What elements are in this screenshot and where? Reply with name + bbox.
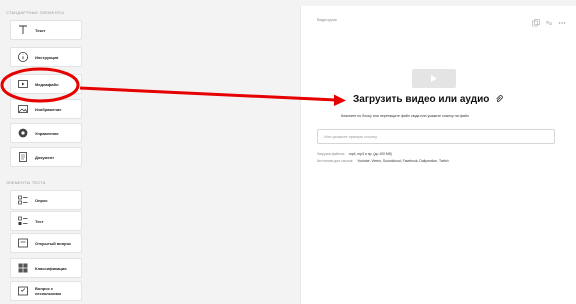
media-icon bbox=[18, 80, 28, 88]
info-icon bbox=[18, 52, 28, 62]
sidebar-item-label: Медиафайл bbox=[35, 81, 59, 87]
sidebar-item-multi-question[interactable]: Вопрос с несколькими bbox=[10, 281, 82, 301]
sidebar-item-label: Инструкция bbox=[35, 54, 59, 60]
media-upload-panel: Видеоурок Загрузить видео или аудио Клик… bbox=[300, 6, 576, 304]
sidebar-item-text[interactable]: Текст bbox=[10, 20, 82, 40]
paperclip-icon bbox=[496, 95, 503, 103]
document-icon bbox=[19, 152, 27, 162]
test-icon bbox=[18, 216, 28, 225]
sidebar-item-label: Тест bbox=[35, 218, 44, 224]
sidebar-item-label: Опрос bbox=[35, 197, 48, 203]
panel-toolbar bbox=[532, 14, 566, 27]
url-input[interactable] bbox=[317, 129, 555, 144]
sidebar-item-label: Вопрос с несколькими bbox=[35, 286, 61, 296]
sources-value: Youtube, Vimeo, Soundcloud, Facebook, Da… bbox=[357, 159, 449, 163]
sidebar-item-survey[interactable]: Опрос bbox=[10, 190, 82, 210]
section-label-standard: СТАНДАРТНЫЕ ЭЛЕМЕНТЫ bbox=[6, 10, 65, 15]
open-question-icon bbox=[18, 238, 28, 248]
control-icon bbox=[18, 128, 28, 138]
sidebar-item-label: Управление bbox=[35, 130, 59, 136]
sidebar-item-label: Изображение bbox=[35, 106, 62, 112]
section-label-test: ЭЛЕМЕНТЫ ТЕСТА bbox=[6, 180, 46, 185]
formats-info: Загрузка файлов: mp4, mp3 и пр. (до 100 М… bbox=[317, 152, 392, 156]
multi-question-icon bbox=[18, 286, 28, 296]
image-icon bbox=[18, 105, 28, 113]
upload-title[interactable]: Загрузить видео или аудио bbox=[353, 94, 533, 105]
survey-icon bbox=[18, 195, 28, 205]
sidebar-item-label: Открытый вопрос bbox=[35, 240, 72, 246]
sidebar-item-instruction[interactable]: Инструкция bbox=[10, 47, 82, 67]
elements-sidebar: СТАНДАРТНЫЕ ЭЛЕМЕНТЫ Текст Инструкция Ме… bbox=[0, 0, 98, 304]
duplicate-icon[interactable] bbox=[532, 14, 540, 27]
text-icon bbox=[19, 25, 27, 34]
highlight-arrow-shaft bbox=[79, 86, 337, 102]
sidebar-item-open-question[interactable]: Открытый вопрос bbox=[10, 233, 82, 253]
sidebar-item-classification[interactable]: Классификация bbox=[10, 258, 82, 278]
formats-label: Загрузка файлов: bbox=[317, 152, 345, 156]
sidebar-item-label: Классификация bbox=[35, 265, 67, 271]
sidebar-item-label: Текст bbox=[35, 27, 46, 33]
sidebar-item-media[interactable]: Медиафайл bbox=[10, 74, 82, 94]
sources-info: Источники для ссылок: Youtube, Vimeo, Sou… bbox=[317, 159, 449, 163]
sidebar-item-label: Документ bbox=[35, 154, 55, 160]
sidebar-item-control[interactable]: Управление bbox=[10, 123, 82, 143]
classification-icon bbox=[18, 263, 28, 273]
video-preview-placeholder[interactable] bbox=[412, 69, 456, 88]
upload-hint: Кликните по блоку или перетащите файл сю… bbox=[341, 114, 469, 118]
upload-title-text: Загрузить видео или аудио bbox=[353, 94, 490, 105]
sidebar-item-document[interactable]: Документ bbox=[10, 147, 82, 167]
breadcrumb: Видеоурок bbox=[317, 17, 337, 22]
formats-value: mp4, mp3 и пр. (до 100 Мб) bbox=[348, 152, 392, 156]
link-icon[interactable] bbox=[545, 14, 553, 25]
sidebar-item-test[interactable]: Тест bbox=[10, 211, 82, 231]
sources-label: Источники для ссылок: bbox=[317, 159, 354, 163]
sidebar-item-image[interactable]: Изображение bbox=[10, 99, 82, 119]
play-icon bbox=[431, 75, 437, 82]
more-icon[interactable] bbox=[558, 14, 566, 24]
